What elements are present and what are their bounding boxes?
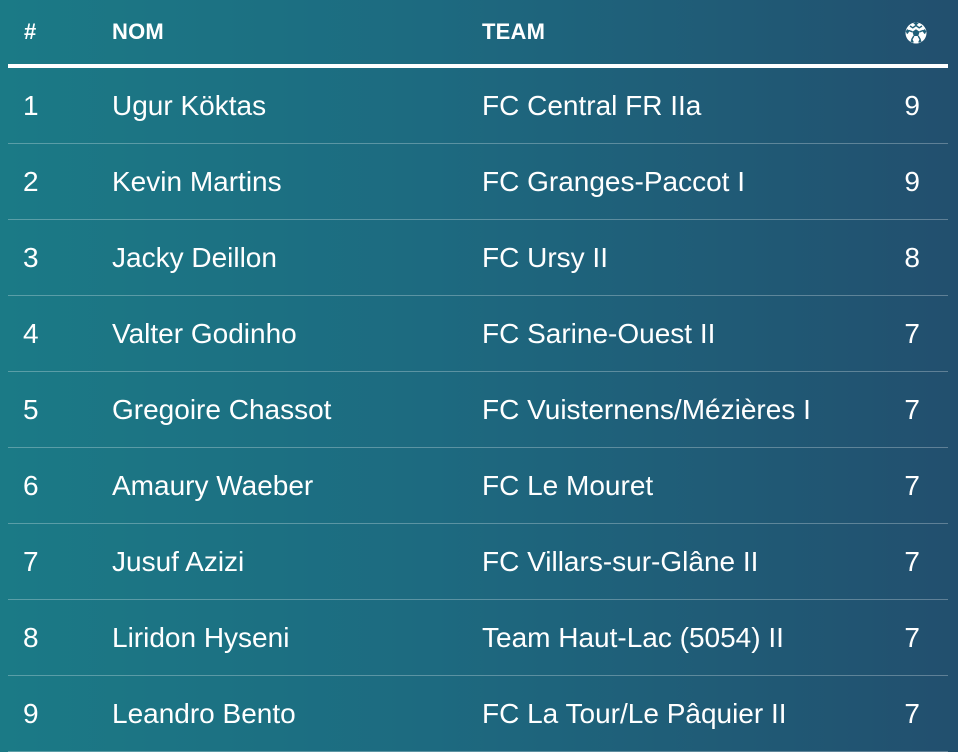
player-name-cell: Gregoire Chassot	[112, 371, 482, 448]
rank-cell: 1	[8, 66, 112, 144]
team-cell: FC Le Mouret	[482, 447, 882, 524]
player-name-cell: Liridon Hyseni	[112, 599, 482, 676]
goals-cell: 7	[882, 295, 948, 372]
table-row[interactable]: 6 Amaury Waeber FC Le Mouret 7	[8, 447, 948, 524]
table-body: 1 Ugur Köktas FC Central FR IIa 9 2 Kevi…	[8, 66, 948, 752]
table-row[interactable]: 2 Kevin Martins FC Granges-Paccot I 9	[8, 143, 948, 220]
rank-column-header[interactable]: #	[8, 0, 112, 68]
team-cell: FC La Tour/Le Pâquier II	[482, 675, 882, 752]
soccer-ball-icon	[904, 21, 928, 45]
goals-cell: 7	[882, 523, 948, 600]
goals-column-header[interactable]	[882, 0, 948, 68]
goals-cell: 7	[882, 675, 948, 752]
goals-cell: 9	[882, 143, 948, 220]
team-cell: FC Central FR IIa	[482, 66, 882, 144]
table-row[interactable]: 3 Jacky Deillon FC Ursy II 8	[8, 219, 948, 296]
team-cell: FC Villars-sur-Glâne II	[482, 523, 882, 600]
rank-cell: 9	[8, 675, 112, 752]
rank-cell: 2	[8, 143, 112, 220]
header-row: # NOM TEAM	[8, 0, 948, 68]
goals-cell: 7	[882, 371, 948, 448]
team-cell: FC Sarine-Ouest II	[482, 295, 882, 372]
team-cell: Team Haut-Lac (5054) II	[482, 599, 882, 676]
scorers-table: # NOM TEAM 1 Ugur Köktas FC Central FR I…	[8, 0, 948, 752]
table-row[interactable]: 4 Valter Godinho FC Sarine-Ouest II 7	[8, 295, 948, 372]
table-row[interactable]: 9 Leandro Bento FC La Tour/Le Pâquier II…	[8, 675, 948, 752]
team-cell: FC Vuisternens/Mézières I	[482, 371, 882, 448]
player-name-cell: Ugur Köktas	[112, 66, 482, 144]
table-header: # NOM TEAM	[8, 0, 948, 68]
rank-cell: 7	[8, 523, 112, 600]
player-name-cell: Leandro Bento	[112, 675, 482, 752]
table-row[interactable]: 1 Ugur Köktas FC Central FR IIa 9	[8, 66, 948, 144]
rank-cell: 5	[8, 371, 112, 448]
player-name-cell: Jacky Deillon	[112, 219, 482, 296]
rank-cell: 8	[8, 599, 112, 676]
player-name-cell: Kevin Martins	[112, 143, 482, 220]
team-cell: FC Granges-Paccot I	[482, 143, 882, 220]
rank-cell: 3	[8, 219, 112, 296]
player-name-cell: Amaury Waeber	[112, 447, 482, 524]
team-cell: FC Ursy II	[482, 219, 882, 296]
goals-cell: 9	[882, 66, 948, 144]
team-column-header[interactable]: TEAM	[482, 0, 882, 68]
goals-cell: 8	[882, 219, 948, 296]
rank-cell: 6	[8, 447, 112, 524]
goals-cell: 7	[882, 599, 948, 676]
name-column-header[interactable]: NOM	[112, 0, 482, 68]
table-row[interactable]: 7 Jusuf Azizi FC Villars-sur-Glâne II 7	[8, 523, 948, 600]
rank-cell: 4	[8, 295, 112, 372]
table-row[interactable]: 5 Gregoire Chassot FC Vuisternens/Mézièr…	[8, 371, 948, 448]
player-name-cell: Jusuf Azizi	[112, 523, 482, 600]
player-name-cell: Valter Godinho	[112, 295, 482, 372]
goals-cell: 7	[882, 447, 948, 524]
table-row[interactable]: 8 Liridon Hyseni Team Haut-Lac (5054) II…	[8, 599, 948, 676]
